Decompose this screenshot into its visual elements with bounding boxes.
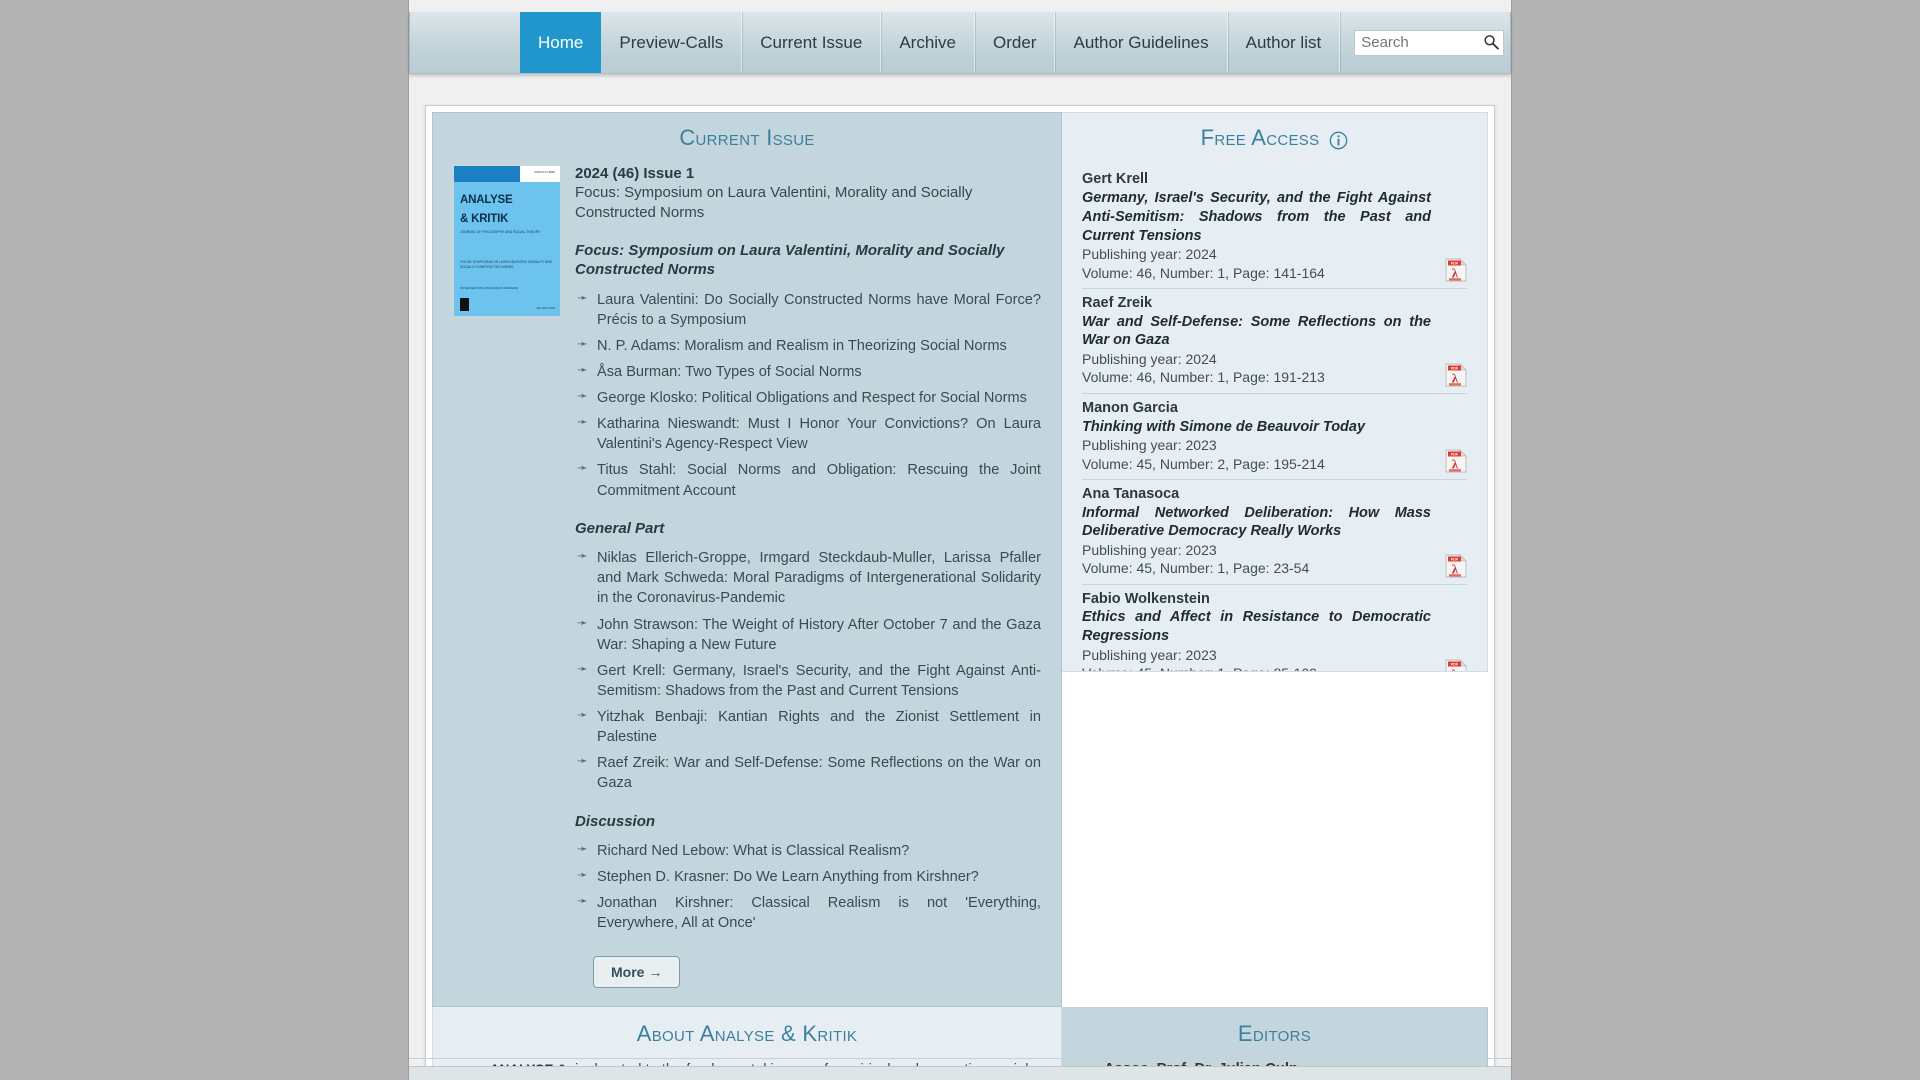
section-heading: Focus: Symposium on Laura Valentini, Mor… [575, 241, 1005, 279]
issue-number: 2024 (46) Issue 1 [575, 165, 695, 182]
current-issue-title: Current Issue [679, 125, 815, 150]
nav-item-order[interactable]: Order [975, 12, 1056, 73]
fa-publishing-year: Publishing year: 2024 [1082, 246, 1217, 263]
article-link[interactable]: Titus Stahl: Social Norms and Obligation… [575, 459, 1041, 500]
free-access-list: Gert Krell Germany, Israel's Security, an… [1082, 165, 1467, 672]
free-access-item[interactable]: Gert Krell Germany, Israel's Security, an… [1082, 165, 1467, 289]
article-link[interactable]: Gert Krell: Germany, Israel's Security, … [575, 660, 1041, 701]
cover-body: ANALYSE & KRITIK JOURNAL OF PHILOSOPHY A… [454, 182, 560, 316]
fa-volume-info: Volume: 45, Number: 1, Page: 85-109 [1082, 664, 1431, 671]
current-issue-body: ISSN 0171-5860 ANALYSE & KRITIK JOURNAL … [453, 165, 1041, 988]
issue-sections: Focus: Symposium on Laura Valentini, Mor… [575, 241, 1041, 934]
svg-text:λ: λ [1452, 666, 1459, 672]
cover-barcode [460, 298, 469, 311]
fa-volume-info: Volume: 46, Number: 1, Page: 191-213 [1082, 369, 1325, 386]
fa-title: War and Self-Defense: Some Reflections o… [1082, 313, 1431, 349]
article-list: Richard Ned Lebow: What is Classical Rea… [575, 840, 1041, 934]
top-navigation-bar: Home Preview-Calls Current Issue Archive Ord… [409, 12, 1511, 74]
cover-meta-text: INTERVIEW DISCUSS ESSAYS REVIEWS [460, 286, 519, 290]
more-button[interactable]: More → [593, 955, 681, 988]
article-link[interactable]: Stephen D. Krasner: Do We Learn Anything… [575, 866, 1041, 887]
fa-author: Manon Garcia [1082, 399, 1178, 416]
fa-author: Ana Tanasoca [1082, 485, 1180, 502]
fa-volume-info: Volume: 46, Number: 1, Page: 141-164 [1082, 264, 1325, 281]
fa-author: Fabio Wolkenstein [1082, 590, 1210, 607]
fa-volume-info: Volume: 45, Number: 1, Page: 23-54 [1082, 560, 1310, 577]
editors-title: Editors [1237, 1020, 1312, 1046]
fa-title: Informal Networked Deliberation: How Mas… [1082, 504, 1431, 540]
article-link[interactable]: George Klosko: Political Obligations and… [575, 387, 1041, 408]
current-issue-details: 2024 (46) Issue 1 Focus: Symposium on La… [575, 165, 1041, 988]
fa-author: Raef Zreik [1082, 294, 1153, 311]
fa-volume-info: Volume: 45, Number: 2, Page: 195-214 [1082, 455, 1325, 472]
article-link[interactable]: Yitzhak Benbaji: Kantian Rights and the … [575, 706, 1041, 747]
free-access-item[interactable]: Fabio Wolkenstein Ethics and Affect in Re… [1082, 585, 1467, 672]
free-access-item[interactable]: Raef Zreik War and Self-Defense: Some Ref… [1082, 289, 1467, 394]
article-list: Niklas Ellerich-Groppe, Irmgard Steckdau… [575, 547, 1041, 793]
cover-title-line2: & KRITIK [460, 212, 509, 225]
fa-title: Germany, Israel's Security, and the Figh… [1082, 189, 1431, 244]
cover-publisher: DE GRUYTER [536, 306, 555, 310]
cover-masthead-right: ISSN 0171-5860 [519, 166, 560, 182]
fa-author: Gert Krell [1082, 171, 1149, 187]
nav-item-current-issue[interactable]: Current Issue [742, 12, 882, 73]
footer-divider [409, 1058, 1511, 1059]
info-icon[interactable] [1329, 130, 1348, 150]
cover-subtitle: JOURNAL OF PHILOSOPHY AND SOCIAL THEORY [460, 229, 541, 234]
pdf-icon[interactable]: PDFλ [1445, 362, 1467, 387]
about-title: About Analyse & Kritik [636, 1020, 858, 1046]
nav-item-author-guidelines[interactable]: Author Guidelines [1055, 12, 1228, 73]
cover-focus-text: FOCUS: SYMPOSIUM ON LAURA VALENTINI, MOR… [460, 260, 552, 269]
issue-cover-image[interactable]: ISSN 0171-5860 ANALYSE & KRITIK JOURNAL … [453, 165, 561, 317]
article-link[interactable]: Åsa Burman: Two Types of Social Norms [575, 361, 1041, 382]
cover-title-line1: ANALYSE [460, 194, 513, 206]
section-heading: General Part [575, 519, 665, 537]
fa-title: Thinking with Simone de Beauvoir Today [1082, 418, 1366, 435]
fa-publishing-year: Publishing year: 2024 [1082, 351, 1217, 368]
page-root: Home Preview-Calls Current Issue Archive Ord… [0, 0, 1920, 1080]
search-input[interactable] [1354, 29, 1505, 56]
fa-publishing-year: Publishing year: 2023 [1082, 542, 1217, 559]
free-access-header: Free Access [1082, 125, 1467, 151]
top-panels-row: Current Issue ISSN 0171-5860 ANALYSE & K… [432, 112, 1488, 1007]
article-link[interactable]: N. P. Adams: Moralism and Realism in The… [575, 335, 1041, 356]
free-access-panel: Free Access Gert Krell Germany, Israel's … [1062, 112, 1488, 672]
free-access-item[interactable]: Manon Garcia Thinking with Simone de Beau… [1082, 394, 1467, 480]
content-card: Current Issue ISSN 0171-5860 ANALYSE & K… [425, 105, 1495, 1080]
cover-isbn: ISSN 0171-5860 [534, 170, 555, 174]
fa-publishing-year: Publishing year: 2023 [1082, 647, 1217, 664]
nav-item-archive[interactable]: Archive [881, 12, 976, 73]
search-box [1354, 29, 1505, 56]
article-link[interactable]: Laura Valentini: Do Socially Constructed… [575, 289, 1041, 330]
issue-focus-line: Focus: Symposium on Laura Valentini, Mor… [575, 184, 973, 221]
pdf-icon[interactable]: PDFλ [1445, 448, 1467, 473]
article-link[interactable]: John Strawson: The Weight of History Aft… [575, 614, 1041, 655]
article-link[interactable]: Katharina Nieswandt: Must I Honor Your C… [575, 413, 1041, 454]
pdf-icon[interactable]: PDFλ [1445, 553, 1467, 578]
article-list: Laura Valentini: Do Socially Constructed… [575, 289, 1041, 501]
free-access-title: Free Access [1200, 125, 1320, 150]
article-link[interactable]: Niklas Ellerich-Groppe, Irmgard Steckdau… [575, 547, 1041, 608]
fa-publishing-year: Publishing year: 2023 [1082, 437, 1217, 454]
current-issue-panel: Current Issue ISSN 0171-5860 ANALYSE & K… [432, 112, 1062, 1007]
article-link[interactable]: Raef Zreik: War and Self-Defense: Some R… [575, 752, 1041, 793]
cover-masthead-left [454, 166, 520, 182]
nav-item-list: Home Preview-Calls Current Issue Archive Ord… [410, 12, 1510, 73]
site-footer: The American University of Paris Impress… [409, 1066, 1511, 1080]
nav-item-preview-calls[interactable]: Preview-Calls [601, 12, 743, 73]
free-access-item[interactable]: Ana Tanasoca Informal Networked Deliberat… [1082, 480, 1467, 585]
section-heading: Discussion [575, 812, 656, 830]
pdf-icon[interactable]: PDFλ [1445, 658, 1467, 672]
pdf-icon[interactable]: PDFλ [1445, 257, 1467, 282]
article-link[interactable]: Richard Ned Lebow: What is Classical Rea… [575, 840, 1041, 861]
nav-item-author-list[interactable]: Author list [1228, 12, 1341, 73]
fa-title: Ethics and Affect in Resistance to Democ… [1082, 609, 1431, 645]
nav-item-home[interactable]: Home [520, 12, 602, 73]
article-link[interactable]: Jonathan Kirshner: Classical Realism is … [575, 892, 1041, 933]
